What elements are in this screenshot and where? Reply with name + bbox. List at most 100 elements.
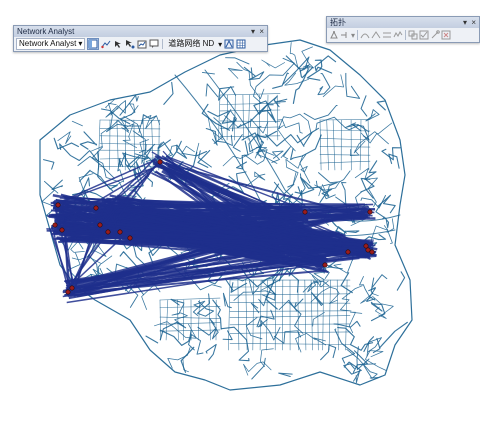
topology-edit-icon[interactable]: [329, 30, 339, 40]
road-segment: [257, 319, 281, 341]
network-location-point[interactable]: [369, 249, 375, 255]
chevron-down-icon[interactable]: ▾: [351, 31, 355, 40]
directions-icon[interactable]: [149, 39, 159, 49]
road-segment: [293, 298, 304, 309]
road-segment: [227, 68, 243, 79]
network-location-point[interactable]: [93, 205, 99, 211]
close-icon[interactable]: ×: [471, 17, 476, 28]
network-analyst-window-icon[interactable]: [87, 38, 100, 50]
network-location-point[interactable]: [105, 229, 111, 235]
show-shared-features-icon[interactable]: [408, 30, 418, 40]
road-segment: [243, 66, 265, 81]
topology-toolbar-title-bar[interactable]: 拓扑 ▾ ×: [327, 17, 479, 28]
road-segment: [251, 357, 266, 380]
road-segment: [379, 321, 408, 349]
road-segment: [182, 359, 189, 373]
grid-icon[interactable]: [236, 39, 246, 49]
road-segment: [219, 93, 281, 96]
network-location-point[interactable]: [302, 209, 308, 215]
network-analyst-menu-dropdown[interactable]: Network Analyst ▾: [16, 38, 86, 50]
create-network-location-icon[interactable]: [113, 39, 123, 49]
road-segment: [340, 285, 363, 312]
map-topology-icon[interactable]: [340, 30, 350, 40]
chevron-down-icon: ▾: [78, 39, 83, 48]
road-segment: [376, 100, 386, 111]
road-segment: [145, 335, 159, 344]
road-segment: [99, 157, 161, 160]
network-location-point[interactable]: [365, 247, 371, 253]
road-segment: [328, 279, 331, 351]
road-segment: [337, 327, 374, 351]
road-segment: [177, 299, 179, 341]
toolbar-options-icon[interactable]: ▾: [463, 17, 467, 28]
road-segment: [159, 316, 221, 319]
network-location-point[interactable]: [55, 202, 61, 208]
close-icon[interactable]: ×: [259, 26, 264, 37]
fix-topology-error-icon[interactable]: [430, 30, 440, 40]
road-segment: [97, 119, 101, 171]
road-segment: [274, 98, 288, 103]
road-segment: [278, 113, 312, 134]
road-segment: [235, 140, 249, 170]
road-segment: [310, 286, 340, 304]
road-segment: [319, 160, 371, 164]
road-segment: [219, 135, 281, 137]
road-segment: [159, 306, 221, 308]
road-segment: [266, 279, 268, 351]
error-inspector-icon[interactable]: [441, 30, 451, 40]
road-segment: [310, 279, 313, 351]
road-segment: [237, 279, 240, 351]
network-analyst-toolbar-title-bar[interactable]: Network Analyst ▾ ×: [14, 26, 267, 37]
network-dataset-label: 道路网络 ND: [168, 39, 215, 48]
network-analyst-toolbar[interactable]: Network Analyst ▾ × Network Analyst ▾ 道路…: [13, 25, 268, 52]
network-location-point[interactable]: [363, 243, 369, 249]
network-location-point[interactable]: [157, 159, 163, 165]
generalize-edge-icon[interactable]: [393, 30, 403, 40]
network-location-point[interactable]: [69, 285, 75, 291]
new-route-icon[interactable]: [101, 39, 111, 49]
validate-topology-icon[interactable]: [419, 30, 429, 40]
road-segment: [181, 142, 200, 157]
solve-icon[interactable]: [137, 39, 147, 49]
road-segment: [59, 143, 100, 163]
road-segment: [345, 72, 361, 99]
topology-toolbar[interactable]: 拓扑 ▾ × ▾: [326, 16, 480, 43]
road-segment: [359, 119, 362, 171]
reshape-edge-icon[interactable]: [360, 30, 370, 40]
network-dataset-dropdown[interactable]: 道路网络 ND: [166, 39, 216, 49]
network-location-point[interactable]: [367, 209, 373, 215]
road-segment: [317, 279, 319, 351]
network-location-point[interactable]: [52, 222, 58, 228]
road-segment: [261, 59, 286, 69]
road-segment: [51, 179, 64, 191]
road-segment: [42, 159, 55, 170]
align-edge-icon[interactable]: [382, 30, 392, 40]
road-segment: [229, 310, 351, 312]
road-segment: [315, 116, 359, 131]
map-view[interactable]: [0, 0, 480, 436]
network-location-point[interactable]: [322, 262, 328, 268]
network-location-point[interactable]: [117, 229, 123, 235]
road-segment: [53, 137, 79, 150]
road-segment: [280, 146, 292, 160]
network-location-point[interactable]: [127, 235, 133, 241]
road-segment: [322, 74, 344, 98]
select-network-location-icon[interactable]: [125, 39, 135, 49]
road-segment: [252, 279, 254, 351]
network-analyst-toolbar-title: Network Analyst: [17, 27, 75, 36]
chevron-down-icon[interactable]: ▾: [218, 40, 222, 49]
road-segment: [367, 119, 370, 171]
build-network-icon[interactable]: [224, 39, 234, 49]
modify-edge-icon[interactable]: [371, 30, 381, 40]
network-location-point[interactable]: [97, 222, 103, 228]
road-segment: [336, 279, 339, 351]
road-segment: [365, 350, 387, 371]
road-segment: [285, 155, 304, 186]
road-segment: [230, 282, 248, 293]
network-location-point[interactable]: [345, 249, 351, 255]
network-location-point[interactable]: [65, 289, 71, 295]
network-location-point[interactable]: [59, 227, 65, 233]
road-segment: [277, 128, 296, 152]
topology-toolbar-title: 拓扑: [330, 18, 346, 27]
toolbar-options-icon[interactable]: ▾: [251, 26, 255, 37]
